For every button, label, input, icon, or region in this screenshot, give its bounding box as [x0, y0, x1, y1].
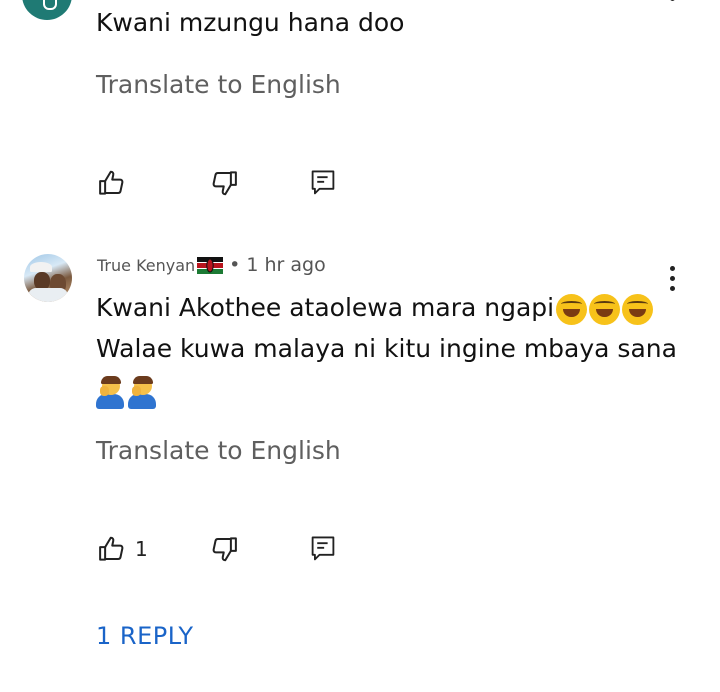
translate-button[interactable]: Translate to English — [96, 70, 341, 99]
reply-button[interactable] — [306, 166, 340, 200]
like-button[interactable]: 1 — [95, 532, 148, 566]
reply-icon — [311, 170, 335, 195]
facepalm-emoji — [128, 376, 156, 409]
comment-line-2: Walae kuwa malaya ni kitu ingine mbaya s… — [96, 334, 677, 363]
thumbs-up-icon — [99, 536, 124, 561]
view-replies-link[interactable]: 1 REPLY — [96, 622, 194, 650]
tears-of-joy-emoji — [589, 293, 621, 325]
dislike-button[interactable] — [207, 166, 241, 200]
reply-button[interactable] — [306, 532, 340, 566]
kenya-flag-icon — [197, 256, 224, 274]
more-options-icon[interactable] — [667, 0, 677, 6]
avatar[interactable] — [24, 254, 72, 302]
comment-line-1: Kwani Akothee ataolewa mara ngapi — [96, 293, 555, 322]
thumbs-up-icon — [99, 170, 124, 195]
dislike-button[interactable] — [207, 532, 241, 566]
comment-body: Kwani Akothee ataolewa mara ngapi Walae … — [96, 287, 696, 412]
comment-text: Kwani mzungu hana doo — [96, 8, 405, 37]
like-count: 1 — [135, 537, 148, 561]
thumbs-down-icon — [212, 537, 237, 562]
translate-button[interactable]: Translate to English — [96, 436, 341, 465]
avatar[interactable] — [22, 0, 72, 20]
timestamp: 1 hr ago — [246, 254, 326, 276]
author-name[interactable]: True Kenyan — [97, 256, 195, 275]
facepalm-emoji — [96, 376, 124, 409]
tears-of-joy-emoji — [622, 293, 654, 325]
thumbs-down-icon — [212, 171, 237, 196]
reply-icon — [311, 536, 335, 561]
separator: • — [229, 254, 241, 276]
comment-header: True Kenyan • 1 hr ago — [97, 254, 326, 276]
like-button[interactable] — [95, 166, 129, 200]
tears-of-joy-emoji — [556, 293, 588, 325]
